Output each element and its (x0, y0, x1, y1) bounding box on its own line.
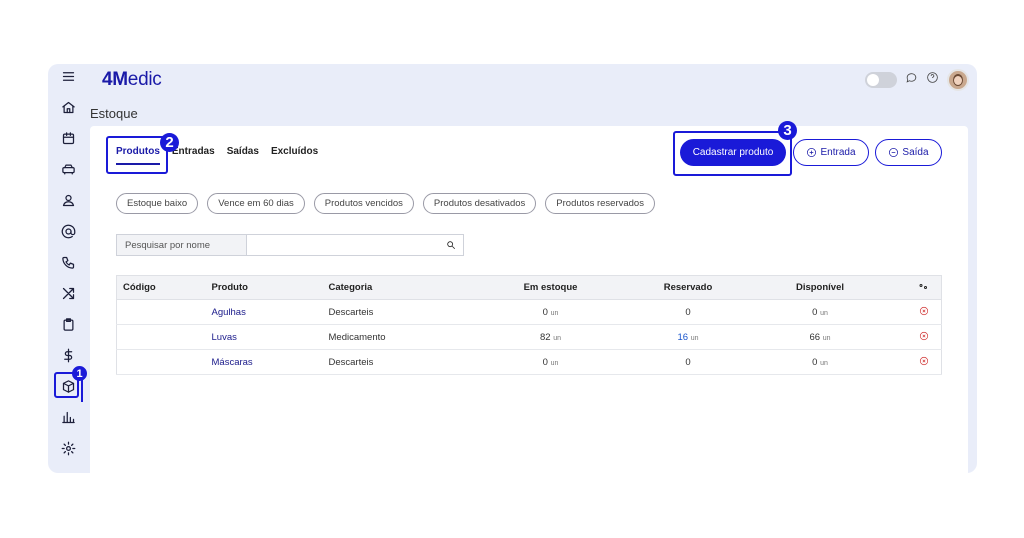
filter-chips: Estoque baixo Vence em 60 dias Produtos … (116, 193, 655, 214)
cell-produto[interactable]: Luvas (211, 324, 329, 350)
tab-saidas[interactable]: Saídas (227, 146, 259, 157)
header-actions (865, 69, 969, 91)
col-actions (906, 275, 942, 300)
clipboard-icon[interactable] (56, 313, 80, 335)
cell-codigo (116, 299, 212, 325)
entrada-button[interactable]: Entrada (793, 139, 869, 166)
entrada-label: Entrada (820, 147, 856, 158)
cell-em-estoque: 0 un (458, 349, 643, 375)
cell-categoria: Descarteis (328, 349, 459, 375)
tab-excluidos[interactable]: Excluídos (271, 146, 318, 157)
delete-icon[interactable] (906, 324, 942, 350)
chat-icon[interactable] (905, 71, 918, 89)
filter-produtos-reservados[interactable]: Produtos reservados (545, 193, 655, 214)
menu-icon[interactable] (56, 65, 80, 87)
car-icon[interactable] (56, 158, 80, 180)
user-icon[interactable] (56, 189, 80, 211)
cell-disponivel: 0 un (733, 349, 907, 375)
tab-entradas[interactable]: Entradas (172, 146, 215, 157)
cell-disponivel: 0 un (733, 299, 907, 325)
search-icon[interactable] (439, 235, 463, 255)
at-icon[interactable] (56, 220, 80, 242)
stock-value: 0 (542, 306, 548, 318)
annotation-badge-2: 2 (160, 133, 179, 152)
plus-circle-icon (807, 148, 817, 157)
filter-estoque-baixo[interactable]: Estoque baixo (116, 193, 199, 214)
cell-produto[interactable]: Agulhas (211, 299, 329, 325)
table-header-row: Código Produto Categoria Em estoque Rese… (116, 275, 942, 300)
home-icon[interactable] (56, 96, 80, 118)
unit-label: un (690, 334, 699, 342)
chart-icon[interactable] (56, 406, 80, 428)
delete-icon[interactable] (906, 349, 942, 375)
saida-button[interactable]: Saída (875, 139, 942, 166)
dollar-icon[interactable] (56, 344, 80, 366)
cell-categoria: Medicamento (328, 324, 459, 350)
col-em-estoque[interactable]: Em estoque (458, 275, 643, 300)
col-disponivel[interactable]: Disponível (733, 275, 907, 300)
cell-codigo (116, 349, 212, 375)
col-reservado[interactable]: Reservado (642, 275, 734, 300)
cell-reservado: 0 (642, 349, 734, 375)
theme-toggle[interactable] (865, 72, 897, 88)
create-highlight-box (673, 131, 792, 176)
unit-label: un (550, 359, 559, 367)
search-bar: Pesquisar por nome (116, 234, 464, 256)
avatar[interactable] (947, 69, 969, 91)
settings-icon[interactable] (56, 437, 80, 459)
cell-disponivel: 66 un (733, 324, 907, 350)
filter-produtos-vencidos[interactable]: Produtos vencidos (313, 193, 414, 214)
main-panel: Produtos Entradas Saídas Excluídos 2 Cad… (90, 121, 968, 473)
cell-em-estoque: 82 un (458, 324, 643, 350)
search-label: Pesquisar por nome (117, 235, 247, 255)
table-row[interactable]: Luvas Medicamento 82 un 16 un 66 un (116, 324, 942, 350)
cell-reservado: 0 (642, 299, 734, 325)
filter-produtos-desativados[interactable]: Produtos desativados (422, 193, 537, 214)
cell-codigo (116, 324, 212, 350)
delete-icon[interactable] (906, 299, 942, 325)
cell-reservado[interactable]: 16 un (642, 324, 734, 350)
search-input[interactable] (247, 235, 439, 255)
unit-label: un (820, 359, 828, 367)
help-icon[interactable] (926, 71, 939, 89)
col-categoria[interactable]: Categoria (328, 275, 459, 300)
saida-label: Saída (902, 147, 929, 158)
cell-categoria: Descarteis (328, 299, 459, 325)
annotation-badge-3: 3 (778, 121, 797, 140)
phone-icon[interactable] (56, 251, 80, 273)
sidebar (48, 64, 88, 473)
table-row[interactable]: Máscaras Descarteis 0 un 0 0 un (116, 349, 942, 375)
table-row[interactable]: Agulhas Descarteis 0 un 0 0 un (116, 299, 942, 325)
unit-label: un (820, 309, 828, 317)
gears-icon (919, 283, 928, 289)
unit-label: un (822, 334, 831, 342)
available-value: 0 (812, 306, 818, 318)
reserved-value: 16 (677, 331, 689, 343)
available-value: 66 (809, 331, 821, 343)
stock-value: 0 (542, 356, 548, 368)
page-title: Estoque (90, 106, 138, 121)
calendar-icon[interactable] (56, 127, 80, 149)
col-produto[interactable]: Produto (211, 275, 329, 300)
products-table: Código Produto Categoria Em estoque Rese… (116, 275, 942, 375)
minus-circle-icon (889, 148, 899, 157)
available-value: 0 (812, 356, 818, 368)
filter-vence-60-dias[interactable]: Vence em 60 dias (207, 193, 305, 214)
cell-produto[interactable]: Máscaras (211, 349, 329, 375)
col-codigo[interactable]: Código (116, 275, 212, 300)
tab-highlight-box (106, 136, 168, 174)
annotation-badge-1: 1 (72, 366, 87, 381)
app-window: 1 4Medic Estoque Produtos Entradas Saída… (48, 64, 977, 473)
unit-label: un (553, 334, 561, 342)
stock-value: 82 (539, 331, 551, 343)
unit-label: un (550, 309, 559, 317)
shuffle-icon[interactable] (56, 282, 80, 304)
app-logo[interactable]: 4Medic (102, 69, 162, 91)
cell-em-estoque: 0 un (458, 299, 643, 325)
